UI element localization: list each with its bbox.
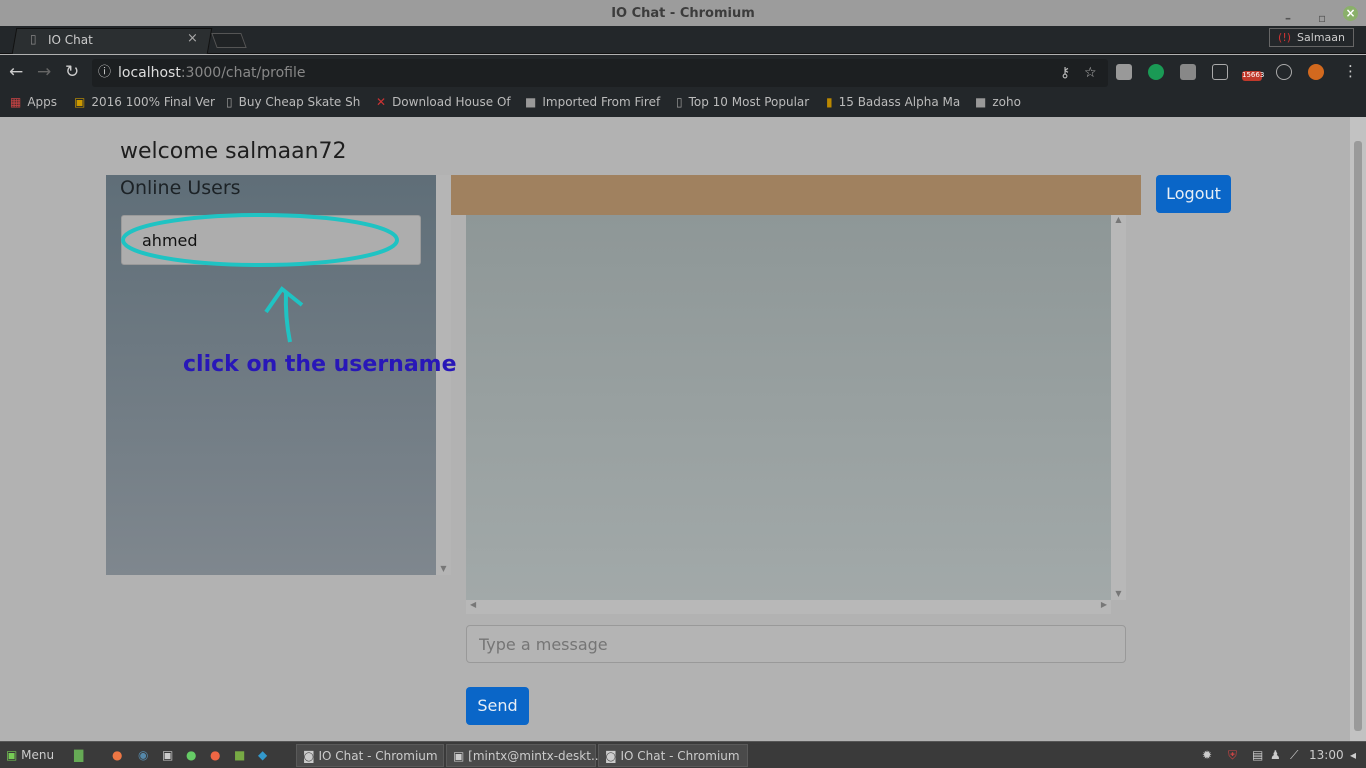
page-icon: ▯ [676,95,683,109]
url-host: localhost [118,65,181,81]
mail-extension-icon[interactable]: 15663 [1242,71,1265,81]
profile-button[interactable]: (!) Salmaan [1269,28,1354,47]
x-icon: ✕ [376,95,387,109]
taskbar: ▣ Menu ▇ ● ◉ ▣ ● ● ■ ◆ ◙ IO Chat - Chrom… [0,741,1366,768]
close-window-button[interactable]: × [1343,6,1358,21]
page-content: welcome salmaan72 Online Users ahmed ▼ c… [0,117,1350,741]
bookmark-folder[interactable]: ■ Imported From Firef [525,95,660,109]
show-desktop-icon[interactable]: ▇ [74,744,83,767]
back-button[interactable]: ← [9,62,23,82]
window-titlebar: IO Chat - Chromium – ▫ × [0,0,1366,26]
clipboard-tray-icon[interactable]: ▤ [1252,744,1263,767]
reload-button[interactable]: ↻ [65,62,79,82]
mail-count-badge: 15663 [1242,71,1265,79]
page-icon: ▯ [30,32,37,46]
new-tab-button[interactable] [211,33,247,48]
apps-grid-icon: ▦ [10,95,22,109]
message-area [466,215,1111,600]
bulb-extension-icon[interactable] [1276,64,1292,80]
shield-tray-icon[interactable]: ⛨ [1228,744,1237,767]
menu-kebab-icon[interactable]: ⋮ [1343,62,1358,80]
annotation-text: click on the username [183,352,457,377]
start-menu-button[interactable]: ▣ Menu [6,744,54,767]
forward-button[interactable]: → [37,62,51,82]
bookmark[interactable]: ▯ Top 10 Most Popular [676,95,809,109]
network-tray-icon[interactable]: ⟋ [1290,744,1298,767]
mongodb-icon[interactable]: ● [186,744,196,767]
recorder-extension-icon[interactable] [1212,64,1228,80]
chromium-icon[interactable]: ◉ [138,744,148,767]
messages-horizontal-scrollbar[interactable]: ◀ ▶ [466,600,1111,614]
page-icon: ▯ [226,95,233,109]
camera-extension-icon[interactable] [1116,64,1132,80]
dh-icon: ▣ [74,95,86,109]
firefox-icon[interactable]: ● [112,744,122,767]
clock[interactable]: 13:00 [1309,744,1344,767]
address-bar[interactable]: ⓘ localhost:3000/chat/profile ⚷ ☆ [92,59,1108,87]
taskbar-item-chromium[interactable]: ◙ IO Chat - Chromium [296,744,444,767]
orange-extension-icon[interactable] [1308,64,1324,80]
terminal-icon[interactable]: ▣ [162,744,173,767]
sync-error-icon: (!) [1278,31,1292,44]
bookmark[interactable]: ▯ Buy Cheap Skate Sh [226,95,360,109]
settings-tray-icon[interactable]: ✹ [1202,744,1212,767]
extension-icon[interactable] [1180,64,1196,80]
key-icon[interactable]: ⚷ [1060,59,1070,87]
messages-vertical-scrollbar[interactable]: ▲ ▼ [1111,215,1126,600]
vscode-icon[interactable]: ◆ [258,744,267,767]
postman-icon[interactable]: ● [210,744,220,767]
online-users-heading: Online Users [120,177,241,199]
bookmark[interactable]: ▮ 15 Badass Alpha Ma [826,95,960,109]
logout-button[interactable]: Logout [1156,175,1231,213]
tab-strip: ▯ IO Chat × (!) Salmaan [0,26,1366,54]
folder-icon: ■ [975,95,987,109]
tab-title: IO Chat [48,33,93,47]
book-icon: ▮ [826,95,833,109]
grammarly-extension-icon[interactable] [1148,64,1164,80]
taskbar-item-chromium[interactable]: ◙ IO Chat - Chromium [598,744,748,767]
taskbar-item-terminal[interactable]: ▣ [mintx@mintx-deskt... [446,744,602,767]
profile-name: Salmaan [1297,31,1345,44]
page-scrollbar[interactable] [1350,117,1366,741]
highlight-annotation [121,213,399,343]
bookmark[interactable]: ▣ 2016 100% Final Ver [74,95,215,109]
url-path: :3000/chat/profile [180,65,306,81]
send-button[interactable]: Send [466,687,529,725]
mint-icon: ▣ [6,748,18,762]
info-icon: ⓘ [98,65,112,80]
close-tab-icon[interactable]: × [187,31,198,46]
star-icon[interactable]: ☆ [1084,59,1097,87]
browser-toolbar: ← → ↻ ⓘ localhost:3000/chat/profile ⚷ ☆ 1… [0,55,1366,91]
bookmark-apps[interactable]: ▦ Apps [10,95,57,109]
tab-io-chat[interactable] [11,28,213,54]
files-icon[interactable]: ■ [234,744,245,767]
window-title: IO Chat - Chromium [611,6,755,21]
volume-icon[interactable]: ◂ [1350,744,1356,767]
bookmarks-bar: ▦ Apps ▣ 2016 100% Final Ver ▯ Buy Cheap Sk… [0,91,1366,117]
bookmark-folder[interactable]: ■ zoho [975,95,1021,109]
welcome-heading: welcome salmaan72 [120,139,347,164]
user-tray-icon[interactable]: ♟ [1270,744,1281,767]
message-input[interactable] [466,625,1126,663]
bookmark[interactable]: ✕ Download House Of [376,95,511,109]
chat-header [451,175,1141,215]
folder-icon: ■ [525,95,537,109]
